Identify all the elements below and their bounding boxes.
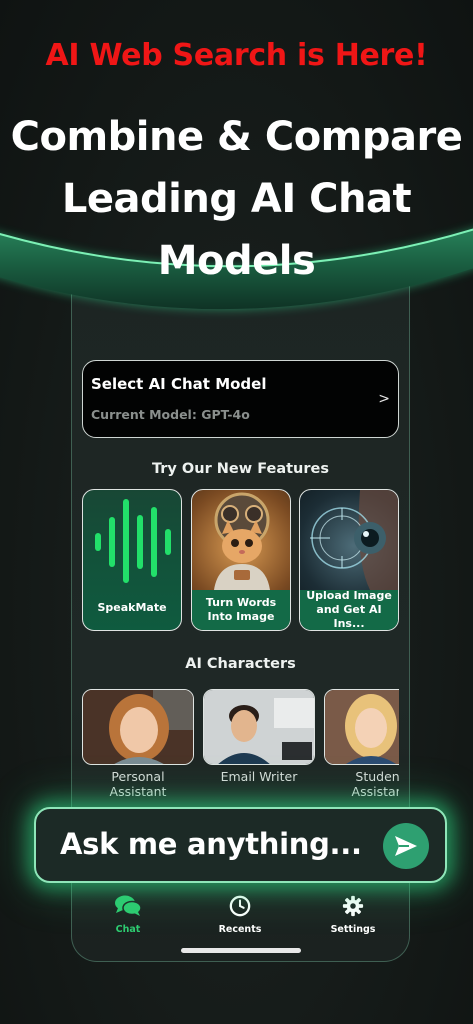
tab-recents[interactable]: Recents <box>200 895 280 935</box>
character-label: Personal Assistant <box>109 769 167 799</box>
character-personal-assistant[interactable] <box>82 689 194 765</box>
send-icon <box>395 836 417 856</box>
ask-input[interactable]: Ask me anything... <box>34 807 447 883</box>
character-label: Email Writer <box>220 769 298 784</box>
tab-settings[interactable]: Settings <box>313 895 393 935</box>
feature-label: SpeakMate <box>97 601 167 614</box>
chat-bubbles-icon <box>115 895 142 916</box>
character-email-writer[interactable] <box>203 689 315 765</box>
tab-chat[interactable]: Chat <box>88 895 168 935</box>
feature-label: Turn Words Into Image <box>192 590 290 630</box>
features-title: Try Our New Features <box>151 461 330 477</box>
model-selector-card[interactable]: Select AI Chat Model Current Model: GPT-… <box>82 360 399 438</box>
chevron-right-icon: > <box>378 391 390 407</box>
feature-text-to-image[interactable]: Turn Words Into Image <box>191 489 291 631</box>
cyber-eye-image <box>310 490 398 590</box>
tab-label: Settings <box>330 924 376 935</box>
feature-label: Upload Image and Get AI Ins... <box>300 589 398 630</box>
headline-line-2: Leading AI Chat <box>61 176 412 222</box>
character-label: Student Assistant <box>351 769 399 799</box>
app-promo-screen: AI Web Search is Here! Combine & Compare… <box>0 0 473 1024</box>
tab-label: Chat <box>115 924 141 935</box>
waveform-icon <box>95 499 171 583</box>
home-indicator[interactable] <box>181 948 301 953</box>
woman-portrait <box>83 690 193 764</box>
model-selector-title: Select AI Chat Model <box>91 375 267 393</box>
characters-title: AI Characters <box>185 656 296 672</box>
astronaut-cat-image <box>214 492 270 590</box>
ask-placeholder: Ask me anything... <box>60 827 362 861</box>
gear-icon <box>342 895 364 917</box>
clock-icon <box>229 895 251 917</box>
headline-line-1: Combine & Compare <box>10 114 463 160</box>
headline-line-3: Models <box>157 238 316 284</box>
girl-portrait <box>325 690 399 764</box>
promo-banner: AI Web Search is Here! <box>45 38 428 73</box>
send-button[interactable] <box>383 823 429 869</box>
feature-image-insights[interactable]: Upload Image and Get AI Ins... <box>299 489 399 631</box>
current-model-label: Current Model: GPT-4o <box>91 407 250 422</box>
character-student-assistant[interactable] <box>324 689 399 765</box>
tab-label: Recents <box>218 924 262 935</box>
man-portrait <box>204 690 314 764</box>
feature-speakmate[interactable]: SpeakMate <box>82 489 182 631</box>
characters-carousel[interactable]: Personal Assistant Email Writer Student … <box>72 680 399 810</box>
headline: Combine & Compare Leading AI Chat Models <box>0 106 473 292</box>
